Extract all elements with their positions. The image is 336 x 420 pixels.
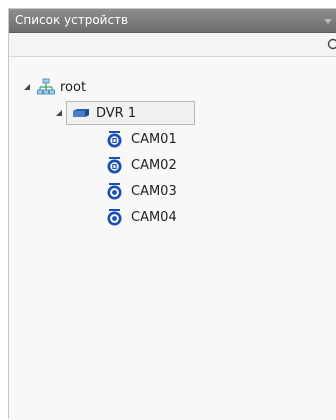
tree-node-root[interactable]: root (23, 77, 86, 97)
tree-node-camera[interactable]: CAM01 (106, 129, 177, 149)
tree-node-camera[interactable]: CAM03 (106, 181, 177, 201)
collapse-arrow-icon[interactable] (55, 109, 63, 117)
dvr-icon (72, 107, 90, 119)
panel-titlebar[interactable]: Список устройств (9, 9, 336, 33)
camera-icon (106, 209, 123, 226)
tree-node-dvr[interactable]: DVR 1 (55, 103, 136, 123)
camera-ptz-icon (106, 157, 123, 174)
dropdown-arrow-icon[interactable] (323, 16, 333, 26)
collapse-arrow-icon[interactable] (23, 83, 31, 91)
tree-node-label: root (60, 80, 86, 95)
tree-node-label: DVR 1 (96, 106, 136, 121)
device-list-panel: Список устройств (8, 8, 336, 419)
device-tree: root DVR 1 CAM01 (9, 57, 336, 420)
tree-node-label: CAM02 (131, 158, 177, 173)
search-bar (9, 33, 336, 57)
camera-icon (106, 183, 123, 200)
tree-node-camera[interactable]: CAM02 (106, 155, 177, 175)
panel-title: Список устройств (15, 13, 128, 27)
tree-node-label: CAM04 (131, 210, 177, 225)
search-input[interactable] (11, 35, 329, 53)
tree-node-label: CAM01 (131, 132, 177, 147)
tree-node-label: CAM03 (131, 184, 177, 199)
network-icon (37, 78, 55, 96)
search-icon[interactable] (327, 38, 336, 52)
camera-ptz-icon (106, 131, 123, 148)
tree-node-camera[interactable]: CAM04 (106, 207, 177, 227)
